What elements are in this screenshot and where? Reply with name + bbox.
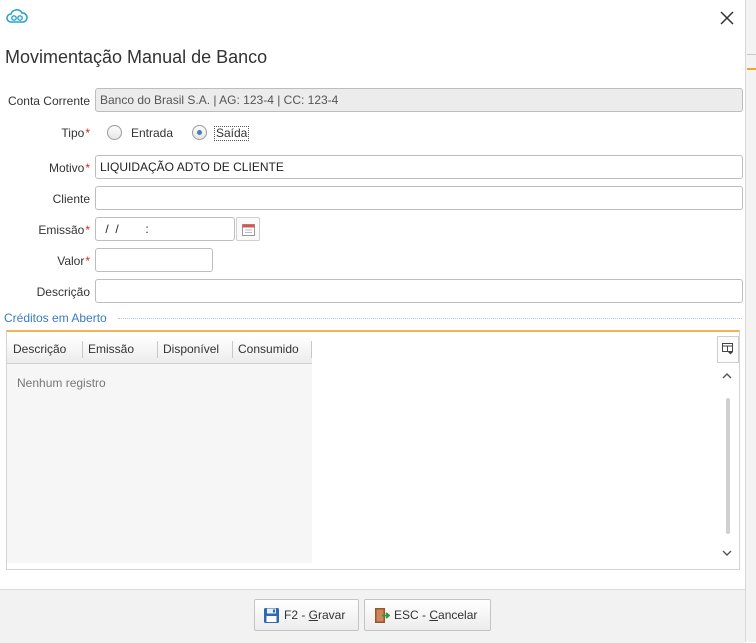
col-header-emissao[interactable]: Emissão bbox=[88, 342, 134, 356]
descricao-field[interactable] bbox=[95, 279, 743, 303]
valor-field[interactable] bbox=[95, 248, 213, 272]
calendar-icon bbox=[242, 224, 255, 236]
radio-entrada[interactable] bbox=[107, 125, 122, 140]
scrollbar-thumb[interactable] bbox=[726, 398, 730, 534]
save-button-label: F2 - Gravar bbox=[284, 608, 346, 622]
grid-empty-message: Nenhum registro bbox=[17, 376, 106, 390]
col-separator bbox=[157, 341, 158, 358]
motivo-field[interactable]: LIQUIDAÇÃO ADTO DE CLIENTE bbox=[95, 155, 743, 179]
emissao-label: Emissão* bbox=[38, 223, 90, 237]
col-header-disponivel[interactable]: Disponível bbox=[163, 342, 219, 356]
conta-corrente-label: Conta Corrente bbox=[7, 94, 90, 108]
exit-door-icon bbox=[375, 608, 390, 623]
cancel-button-label: ESC - Cancelar bbox=[394, 608, 478, 622]
background-divider bbox=[747, 54, 756, 55]
save-button[interactable]: F2 - Gravar bbox=[254, 599, 359, 631]
col-separator bbox=[311, 341, 312, 358]
grid-menu-button[interactable] bbox=[717, 336, 739, 363]
close-icon[interactable] bbox=[717, 8, 737, 28]
col-separator bbox=[82, 341, 83, 358]
cancel-button[interactable]: ESC - Cancelar bbox=[364, 599, 491, 631]
col-header-consumido[interactable]: Consumido bbox=[238, 342, 299, 356]
radio-entrada-label[interactable]: Entrada bbox=[131, 126, 173, 140]
dialog-title: Movimentação Manual de Banco bbox=[5, 47, 268, 67]
radio-saida-label[interactable]: Saída bbox=[214, 126, 250, 141]
scroll-down-icon[interactable] bbox=[719, 545, 735, 561]
descricao-label: Descrição bbox=[36, 285, 90, 299]
emissao-field[interactable]: / / : bbox=[95, 217, 235, 241]
motivo-label: Motivo* bbox=[48, 161, 90, 175]
cliente-field[interactable] bbox=[95, 186, 743, 210]
background-accent bbox=[747, 68, 756, 70]
background-window bbox=[745, 0, 756, 642]
section-divider bbox=[118, 318, 742, 319]
scroll-up-icon[interactable] bbox=[719, 368, 735, 384]
cloud-logo-icon bbox=[6, 9, 28, 23]
grid-body bbox=[7, 364, 312, 563]
grid-menu-icon bbox=[722, 343, 733, 355]
dialog-header bbox=[0, 0, 745, 82]
calendar-button[interactable] bbox=[236, 217, 260, 241]
radio-saida[interactable] bbox=[192, 125, 207, 140]
creditos-section-title: Créditos em Aberto bbox=[4, 311, 107, 325]
tipo-label: Tipo* bbox=[61, 126, 90, 140]
valor-label: Valor* bbox=[57, 254, 90, 268]
conta-corrente-field: Banco do Brasil S.A. | AG: 123-4 | CC: 1… bbox=[95, 88, 743, 112]
floppy-disk-icon bbox=[264, 608, 279, 623]
cliente-label: Cliente bbox=[52, 192, 90, 206]
col-separator bbox=[232, 341, 233, 358]
col-header-descricao[interactable]: Descrição bbox=[13, 342, 66, 356]
